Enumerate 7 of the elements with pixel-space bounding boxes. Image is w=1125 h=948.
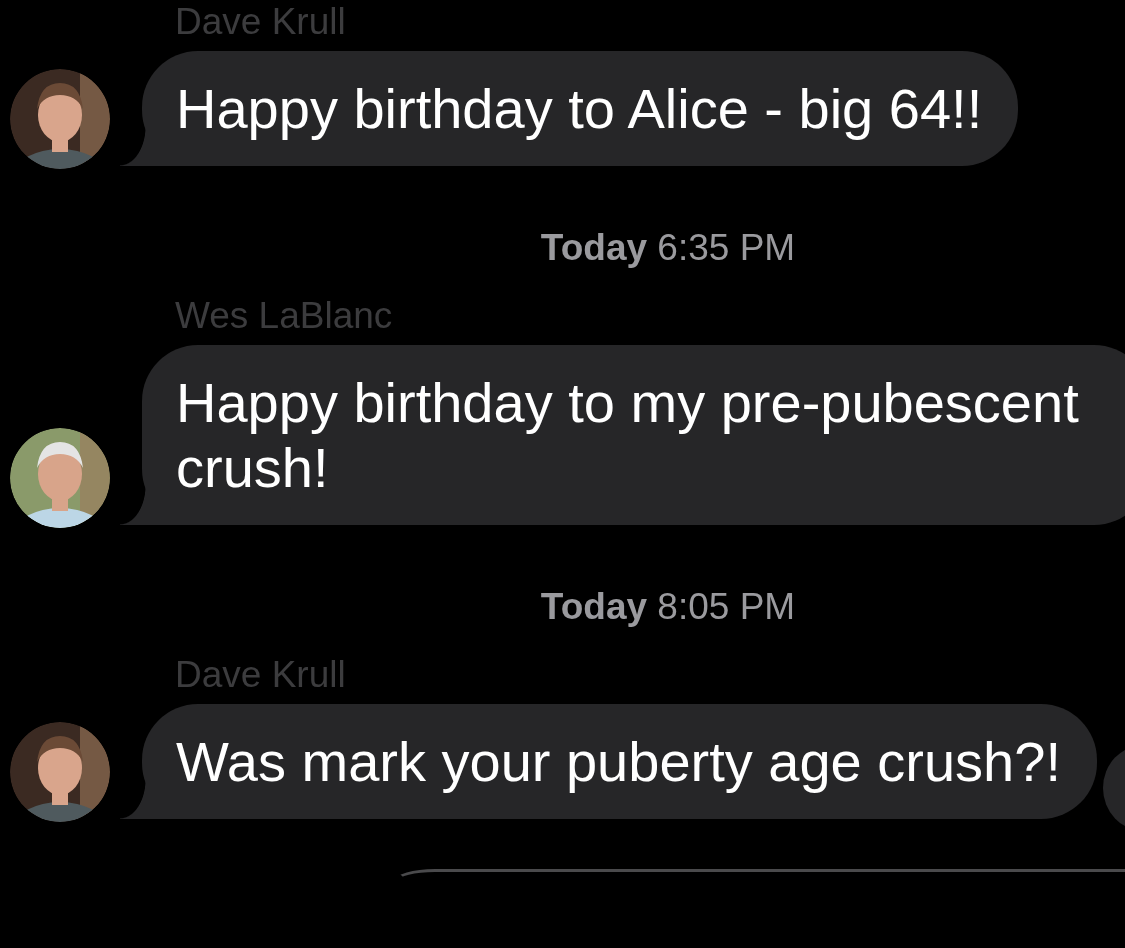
timestamp: Today 8:05 PM [539,585,796,629]
timestamp: Today 6:35 PM [539,226,796,270]
message-bubble: Happy birthday to Alice - big 64!! [120,51,1019,166]
sender-name: Wes LaBlanc [175,294,393,338]
sender-name: Dave Krull [175,0,346,44]
sender-name: Dave Krull [175,653,346,697]
message-bubble: Was mark your puberty age crush?! [120,704,1097,819]
